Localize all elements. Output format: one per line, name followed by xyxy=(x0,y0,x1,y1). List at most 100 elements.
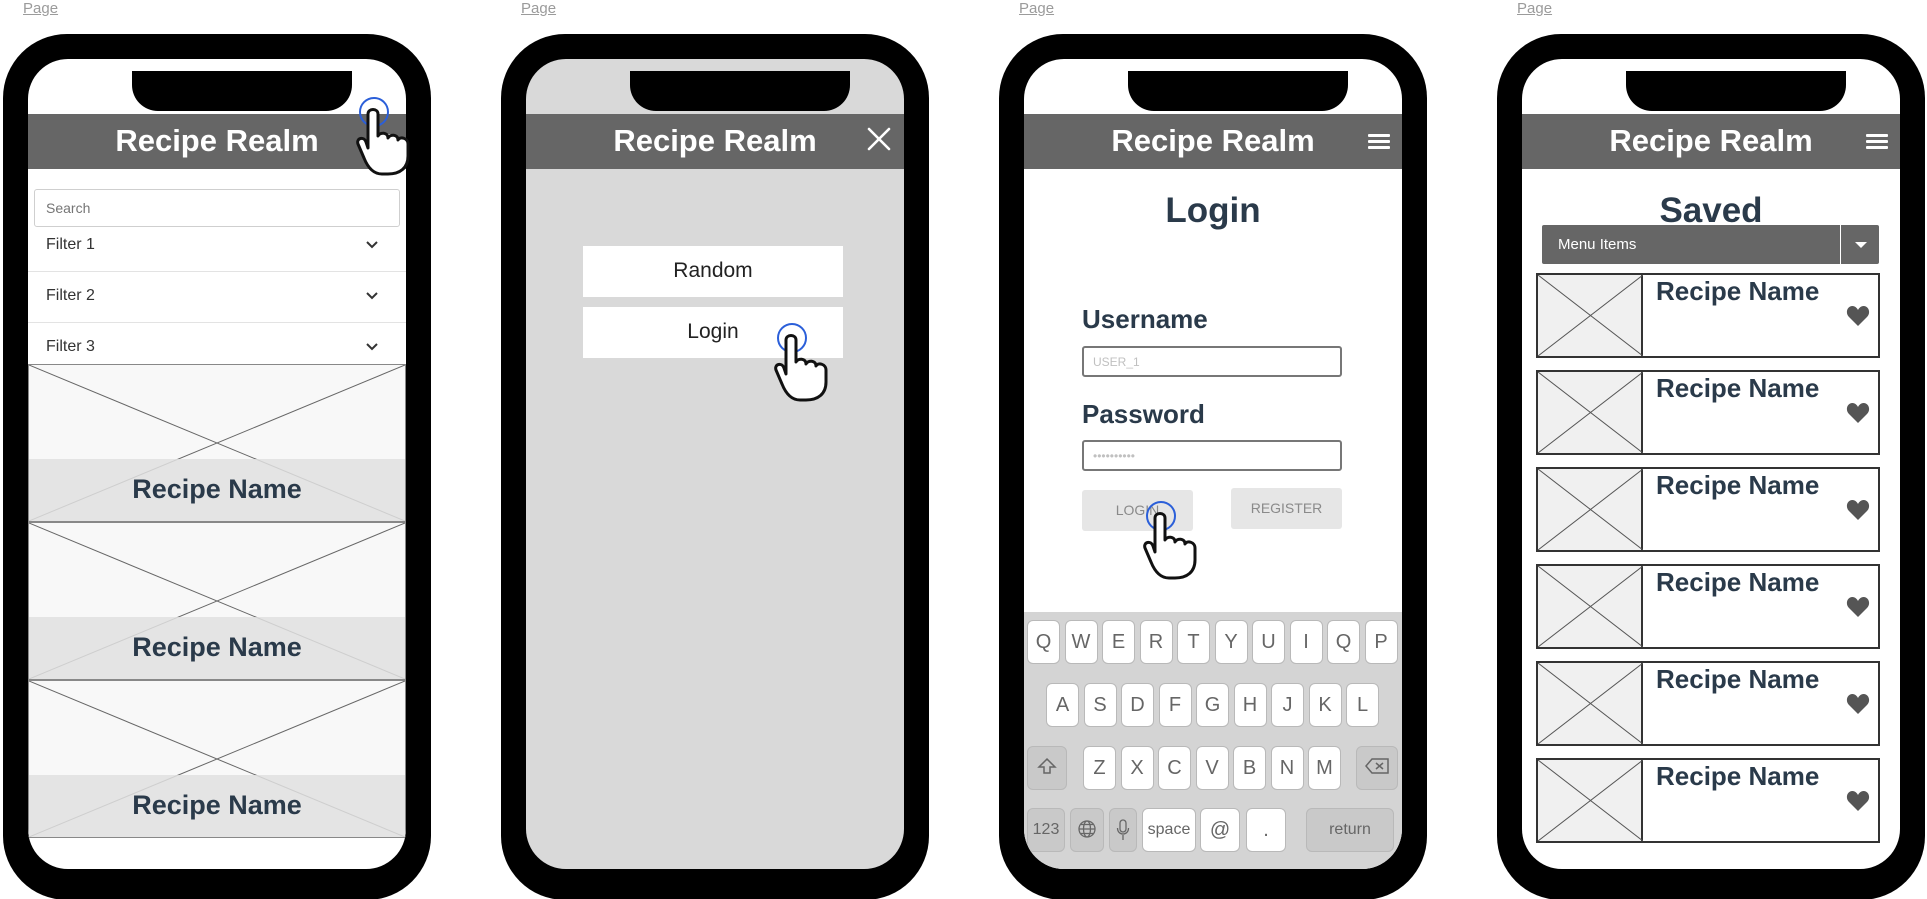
app-title: Recipe Realm xyxy=(115,123,319,158)
numbers-key[interactable]: 123 xyxy=(1027,808,1065,852)
app-title: Recipe Realm xyxy=(1609,123,1813,158)
image-placeholder xyxy=(1537,662,1644,745)
saved-recipe-row[interactable]: Recipe Name xyxy=(1536,564,1880,649)
backspace-key[interactable] xyxy=(1356,746,1398,790)
login-screen: Recipe Realm Login Username USER_1 Passw… xyxy=(1024,59,1402,869)
key-i[interactable]: I xyxy=(1289,620,1323,664)
key-g[interactable]: G xyxy=(1196,683,1229,727)
filter-label: Filter 2 xyxy=(46,287,95,304)
hand-cursor-icon xyxy=(774,323,828,402)
app-header: Recipe Realm xyxy=(1024,114,1402,169)
image-placeholder xyxy=(1537,274,1644,357)
key-r[interactable]: R xyxy=(1139,620,1173,664)
shift-icon xyxy=(1037,757,1057,774)
recipe-name: Recipe Name xyxy=(1656,664,1820,694)
saved-screen: Recipe Realm Saved Menu Items Recipe Nam… xyxy=(1522,59,1900,869)
chevron-down-icon xyxy=(366,292,378,300)
page-label[interactable]: Page xyxy=(23,0,58,17)
key-l[interactable]: L xyxy=(1346,683,1379,727)
phone-frame-saved: Recipe Realm Saved Menu Items Recipe Nam… xyxy=(1497,34,1925,899)
recipe-name: Recipe Name xyxy=(1656,567,1820,597)
close-icon[interactable] xyxy=(866,126,892,152)
page-label[interactable]: Page xyxy=(1517,0,1552,17)
key-q[interactable]: Q xyxy=(1327,620,1360,664)
key-y[interactable]: Y xyxy=(1214,620,1248,664)
key-h[interactable]: H xyxy=(1233,683,1267,727)
username-label: Username xyxy=(1082,304,1208,334)
heart-icon[interactable] xyxy=(1846,596,1870,618)
key-j[interactable]: J xyxy=(1271,683,1304,727)
key-v[interactable]: V xyxy=(1195,746,1229,790)
phone-notch xyxy=(132,71,352,111)
image-placeholder xyxy=(1537,565,1644,648)
key-d[interactable]: D xyxy=(1121,683,1154,727)
menu-icon[interactable] xyxy=(1368,134,1390,150)
saved-recipe-row[interactable]: Recipe Name xyxy=(1536,370,1880,455)
key-x[interactable]: X xyxy=(1120,746,1154,790)
globe-key[interactable] xyxy=(1070,808,1104,852)
at-key[interactable]: @ xyxy=(1200,808,1240,852)
menu-icon[interactable] xyxy=(1866,134,1888,150)
heart-icon[interactable] xyxy=(1846,402,1870,424)
shift-key[interactable] xyxy=(1027,746,1067,790)
recipe-name: Recipe Name xyxy=(1656,470,1820,500)
saved-recipe-row[interactable]: Recipe Name xyxy=(1536,273,1880,358)
heart-icon[interactable] xyxy=(1846,499,1870,521)
key-u[interactable]: U xyxy=(1252,620,1285,664)
recipe-card[interactable]: Recipe Name xyxy=(28,364,406,522)
return-key[interactable]: return xyxy=(1306,808,1394,852)
heart-icon[interactable] xyxy=(1846,305,1870,327)
key-k[interactable]: K xyxy=(1308,683,1342,727)
random-button[interactable]: Random xyxy=(583,246,843,297)
key-w[interactable]: W xyxy=(1064,620,1098,664)
recipe-card[interactable]: Recipe Name xyxy=(28,522,406,680)
microphone-icon xyxy=(1116,819,1130,840)
key-f[interactable]: F xyxy=(1158,683,1192,727)
image-placeholder xyxy=(1537,371,1644,454)
heart-icon[interactable] xyxy=(1846,693,1870,715)
username-field[interactable]: USER_1 xyxy=(1082,346,1342,377)
page-label[interactable]: Page xyxy=(521,0,556,17)
space-key[interactable]: space xyxy=(1142,808,1196,852)
saved-recipe-row[interactable]: Recipe Name xyxy=(1536,758,1880,843)
key-b[interactable]: B xyxy=(1233,746,1266,790)
key-q[interactable]: Q xyxy=(1027,620,1060,664)
recipe-card[interactable]: Recipe Name xyxy=(28,680,406,838)
hand-cursor-icon xyxy=(356,97,410,176)
phone-frame-login: Recipe Realm Login Username USER_1 Passw… xyxy=(999,34,1427,899)
recipe-name: Recipe Name xyxy=(132,632,302,662)
key-s[interactable]: S xyxy=(1083,683,1117,727)
dot-key[interactable]: . xyxy=(1246,808,1286,852)
browse-screen: Recipe Realm Filter 1 Filter 2 Filter 3 … xyxy=(28,59,406,869)
filter-label: Filter 3 xyxy=(46,338,95,355)
page-label[interactable]: Page xyxy=(1019,0,1054,17)
recipe-name: Recipe Name xyxy=(1656,761,1820,791)
key-t[interactable]: T xyxy=(1177,620,1210,664)
saved-recipe-row[interactable]: Recipe Name xyxy=(1536,467,1880,552)
register-button[interactable]: REGISTER xyxy=(1231,488,1342,529)
key-a[interactable]: A xyxy=(1046,683,1079,727)
filter-dropdown[interactable]: Filter 1 xyxy=(28,221,406,272)
saved-recipe-row[interactable]: Recipe Name xyxy=(1536,661,1880,746)
phone-notch xyxy=(630,71,850,111)
caret-down-icon xyxy=(1855,242,1867,248)
app-header: Recipe Realm xyxy=(526,114,904,169)
mic-key[interactable] xyxy=(1109,808,1137,852)
heart-icon[interactable] xyxy=(1846,790,1870,812)
phone-notch xyxy=(1128,71,1348,111)
filter-label: Filter 1 xyxy=(46,236,95,253)
key-z[interactable]: Z xyxy=(1083,746,1116,790)
chevron-down-icon xyxy=(366,343,378,351)
key-m[interactable]: M xyxy=(1308,746,1341,790)
app-header: Recipe Realm xyxy=(28,114,406,169)
image-placeholder xyxy=(1537,468,1644,551)
filter-dropdown[interactable]: Filter 2 xyxy=(28,272,406,323)
password-field[interactable]: •••••••••• xyxy=(1082,440,1342,471)
recipe-name: Recipe Name xyxy=(1656,373,1820,403)
key-p[interactable]: P xyxy=(1364,620,1398,664)
recipe-name: Recipe Name xyxy=(132,790,302,820)
key-c[interactable]: C xyxy=(1158,746,1191,790)
key-n[interactable]: N xyxy=(1270,746,1304,790)
key-e[interactable]: E xyxy=(1102,620,1135,664)
menu-items-dropdown[interactable]: Menu Items xyxy=(1542,225,1879,264)
